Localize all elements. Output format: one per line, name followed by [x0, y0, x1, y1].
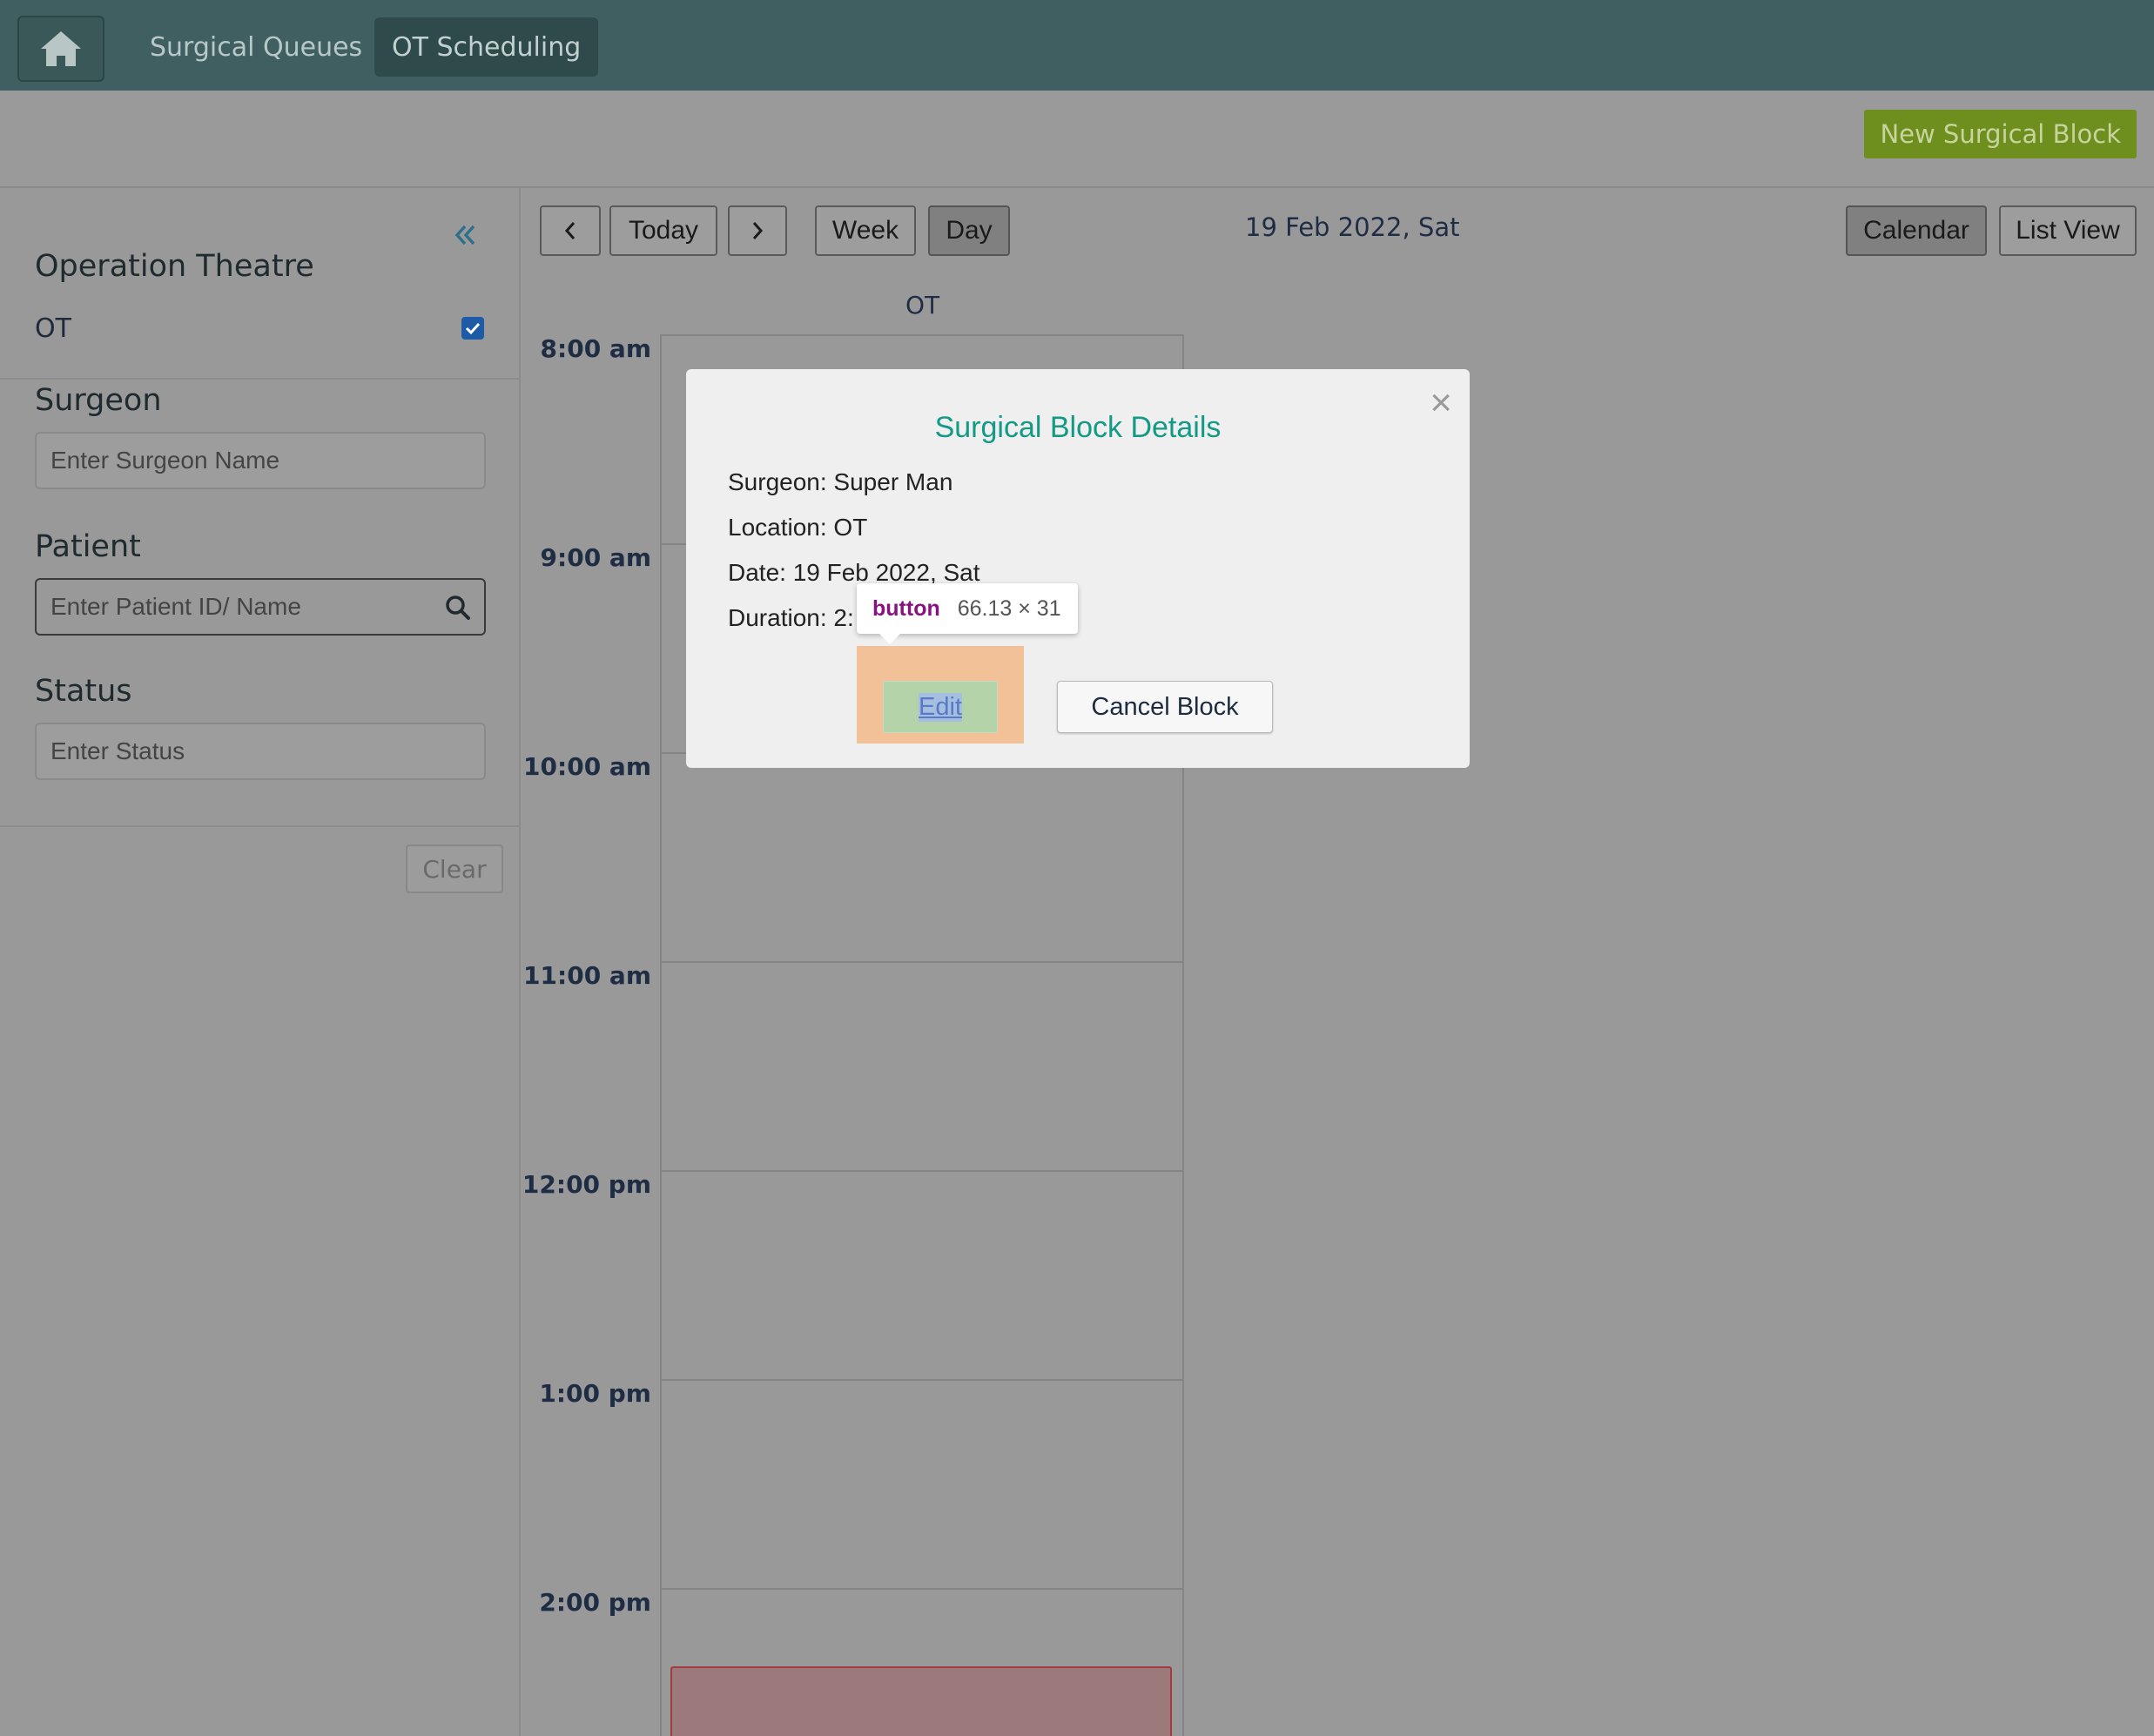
ot-column-header: OT [905, 291, 940, 320]
page-header: New Surgical Block [0, 91, 2154, 188]
checkmark-icon [465, 322, 481, 335]
surgical-block-details-modal: × Surgical Block Details Surgeon: Super … [686, 369, 1470, 768]
search-icon[interactable] [444, 594, 472, 622]
status-heading: Status [35, 674, 132, 709]
surgical-block-event[interactable] [670, 1666, 1172, 1736]
sidebar-divider [0, 825, 521, 827]
hour-line [662, 961, 1182, 963]
day-view-button[interactable]: Day [928, 205, 1010, 256]
time-label: 11:00 am [523, 961, 651, 990]
current-date-title: 19 Feb 2022, Sat [1245, 212, 1460, 242]
edit-button-highlight: Edit [857, 646, 1024, 744]
tooltip-dimensions: 66.13 × 31 [957, 595, 1061, 621]
edit-button-label: Edit [919, 692, 962, 722]
sidebar-divider [0, 378, 521, 380]
filter-sidebar: Operation Theatre OT Surgeon Enter Surge… [0, 188, 521, 1736]
ot-filter-checkbox[interactable] [461, 317, 484, 340]
double-chevron-left-icon [454, 225, 475, 246]
time-label: 12:00 pm [522, 1170, 651, 1199]
edit-button[interactable]: Edit [883, 681, 998, 733]
patient-search-placeholder: Enter Patient ID/ Name [50, 593, 301, 620]
tooltip-tag: button [872, 595, 940, 621]
status-filter-input[interactable]: Enter Status [35, 723, 486, 780]
hour-line [662, 1588, 1182, 1590]
cancel-block-button[interactable]: Cancel Block [1057, 681, 1273, 733]
collapse-sidebar-icon[interactable] [453, 212, 477, 257]
surgeon-detail: Surgeon: Super Man [728, 468, 953, 495]
time-label: 2:00 pm [539, 1588, 651, 1617]
operation-theatre-heading: Operation Theatre [35, 249, 314, 284]
home-icon [41, 31, 81, 66]
patient-search-input[interactable]: Enter Patient ID/ Name [35, 578, 486, 636]
location-detail: Location: OT [728, 514, 868, 541]
time-label: 9:00 am [540, 543, 651, 572]
chevron-right-icon [752, 222, 764, 239]
time-label: 10:00 am [523, 752, 651, 781]
calendar-view-button[interactable]: Calendar [1846, 205, 1987, 256]
patient-heading: Patient [35, 529, 141, 564]
next-button[interactable] [728, 205, 787, 256]
duration-detail: Duration: 2: [728, 604, 854, 631]
home-button[interactable] [17, 16, 104, 82]
new-surgical-block-button[interactable]: New Surgical Block [1864, 110, 2137, 158]
top-navbar: Surgical Queues OT Scheduling [0, 0, 2154, 91]
clear-filters-button[interactable]: Clear [406, 844, 503, 893]
inspector-tooltip: button 66.13 × 31 [857, 583, 1078, 634]
surgeon-search-input[interactable]: Enter Surgeon Name [35, 432, 486, 489]
surgeon-heading: Surgeon [35, 383, 162, 418]
nav-link-surgical-queues[interactable]: Surgical Queues [132, 17, 380, 77]
tooltip-arrow [878, 632, 902, 644]
list-view-button[interactable]: List View [1999, 205, 2137, 256]
time-label: 8:00 am [540, 334, 651, 363]
time-label: 1:00 pm [539, 1379, 651, 1408]
ot-filter-label: OT [35, 313, 71, 344]
previous-button[interactable] [540, 205, 601, 256]
modal-title: Surgical Block Details [934, 411, 1222, 444]
chevron-left-icon [564, 222, 576, 239]
today-button[interactable]: Today [609, 205, 717, 256]
hour-line [662, 1379, 1182, 1381]
nav-link-ot-scheduling[interactable]: OT Scheduling [374, 17, 599, 77]
week-view-button[interactable]: Week [815, 205, 916, 256]
hour-line [662, 1170, 1182, 1172]
